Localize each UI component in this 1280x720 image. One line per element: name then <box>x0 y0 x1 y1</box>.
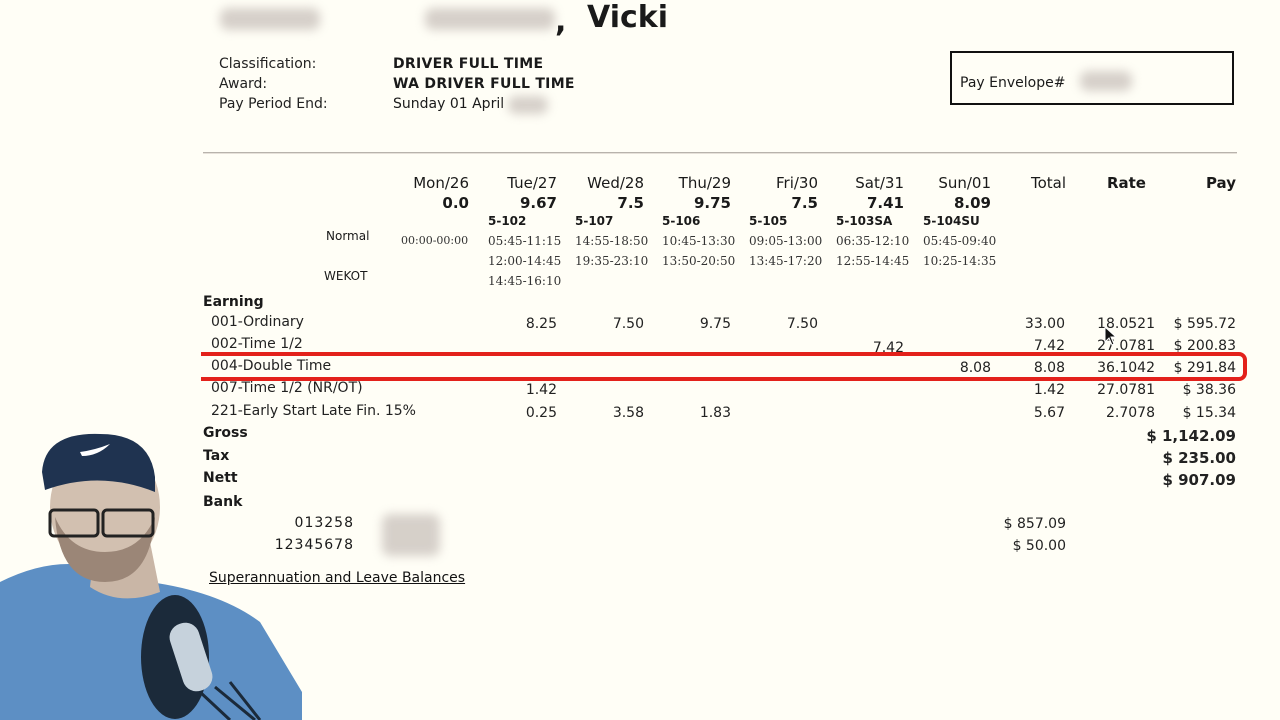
earning-rate-cell: 27.0781 <box>1097 382 1155 398</box>
shift-code: 5-102 <box>488 214 527 228</box>
day-header: Sat/31 <box>855 174 904 192</box>
shift-time: 14:45-16:10 <box>488 274 562 288</box>
earning-fri-cell: 7.50 <box>786 316 818 332</box>
shift-time: 09:05-13:00 <box>749 234 823 248</box>
earning-tue-cell: 1.42 <box>525 382 557 398</box>
first-name: Vicki <box>587 0 668 35</box>
shift-code: 5-105 <box>749 214 788 228</box>
earning-wed-cell: 3.58 <box>612 405 644 421</box>
day-header: Thu/29 <box>678 174 731 192</box>
pay-period-value: Sunday 01 April <box>393 96 505 112</box>
earning-row-label: 221-Early Start Late Fin. 15% <box>211 403 416 419</box>
earning-wed-cell: 7.50 <box>612 316 644 332</box>
header-total: Total <box>1030 174 1066 192</box>
bank-amount-1: $ 857.09 <box>1003 516 1066 532</box>
classification-value: DRIVER FULL TIME <box>393 56 544 72</box>
day-header: Wed/28 <box>587 174 644 192</box>
pay-envelope-label: Pay Envelope# <box>960 75 1066 91</box>
nett-value: $ 907.09 <box>1162 471 1236 489</box>
shift-code: 5-106 <box>662 214 701 228</box>
earning-total-cell: 33.00 <box>1024 316 1065 332</box>
earning-tue-cell: 0.25 <box>525 405 557 421</box>
pay-period-label: Pay Period End: <box>219 96 328 112</box>
shift-time: 12:55-14:45 <box>836 254 910 268</box>
day-hours: 9.75 <box>693 194 731 212</box>
shift-time: 05:45-11:15 <box>488 234 562 248</box>
shift-code: 5-103SA <box>836 214 893 228</box>
header-rate: Rate <box>1106 174 1146 192</box>
earning-tue-cell: 8.25 <box>525 316 557 332</box>
earning-pay-cell: $ 38.36 <box>1182 382 1236 398</box>
shift-time: 12:00-14:45 <box>488 254 562 268</box>
mouse-cursor-icon <box>1104 326 1118 346</box>
shift-time: 00:00-00:00 <box>401 234 469 247</box>
name-comma: , <box>555 4 567 39</box>
day-hours: 9.67 <box>519 194 557 212</box>
redacted-year <box>508 96 548 114</box>
pay-envelope-box: Pay Envelope# <box>950 51 1234 105</box>
highlight-double-time-box <box>201 352 1247 381</box>
earning-pay-cell: $ 595.72 <box>1173 316 1236 332</box>
earning-total-cell: 1.42 <box>1033 382 1065 398</box>
earning-row-label: 002-Time 1/2 <box>211 336 303 352</box>
shift-time: 13:45-17:20 <box>749 254 823 268</box>
day-hours: 0.0 <box>442 194 469 212</box>
shift-time: 06:35-12:10 <box>836 234 910 248</box>
earning-rate-cell: 2.7078 <box>1106 405 1155 421</box>
redacted-bank-names <box>382 514 440 556</box>
header-pay: Pay <box>1205 174 1236 192</box>
redacted-middle-name <box>425 8 555 30</box>
earning-pay-cell: $ 15.34 <box>1182 405 1236 421</box>
day-hours: 7.5 <box>791 194 818 212</box>
shift-code: 5-107 <box>575 214 614 228</box>
shift-time: 10:45-13:30 <box>662 234 736 248</box>
shift-time: 14:55-18:50 <box>575 234 649 248</box>
wekot-row-label: WEKOT <box>324 269 368 283</box>
redacted-envelope-number <box>1080 71 1132 91</box>
divider <box>203 152 1237 153</box>
day-header: Sun/01 <box>938 174 991 192</box>
day-hours: 7.5 <box>617 194 644 212</box>
day-header: Fri/30 <box>775 174 818 192</box>
earning-heading: Earning <box>203 294 264 310</box>
normal-row-label: Normal <box>326 229 370 243</box>
earning-row-label: 001-Ordinary <box>211 314 304 330</box>
shift-time: 10:25-14:35 <box>923 254 997 268</box>
earning-thu-cell: 1.83 <box>699 405 731 421</box>
shift-code: 5-104SU <box>923 214 980 228</box>
earning-row-label: 007-Time 1/2 (NR/OT) <box>211 380 363 396</box>
gross-value: $ 1,142.09 <box>1146 427 1236 445</box>
shift-time: 19:35-23:10 <box>575 254 649 268</box>
award-label: Award: <box>219 76 268 92</box>
shift-time: 13:50-20:50 <box>662 254 736 268</box>
bank-amount-2: $ 50.00 <box>1012 538 1066 554</box>
day-hours: 8.09 <box>953 194 991 212</box>
earning-thu-cell: 9.75 <box>699 316 731 332</box>
earning-total-cell: 5.67 <box>1033 405 1065 421</box>
day-header: Mon/26 <box>413 174 469 192</box>
classification-label: Classification: <box>219 56 317 72</box>
shift-time: 05:45-09:40 <box>923 234 997 248</box>
tax-value: $ 235.00 <box>1162 449 1236 467</box>
redacted-surname <box>220 8 320 30</box>
day-hours: 7.41 <box>866 194 904 212</box>
presenter-webcam-overlay <box>0 432 302 720</box>
award-value: WA DRIVER FULL TIME <box>393 76 575 92</box>
day-header: Tue/27 <box>507 174 557 192</box>
